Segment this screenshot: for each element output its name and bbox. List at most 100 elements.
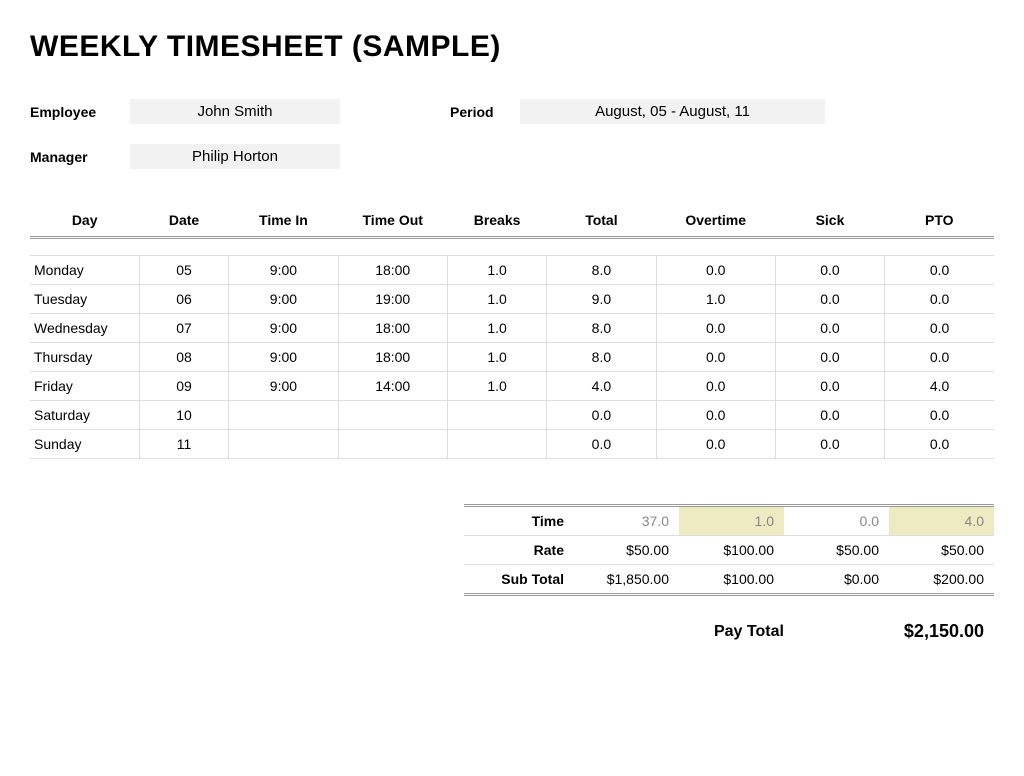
table-row: Tuesday069:0019:001.09.01.00.00.0 xyxy=(30,285,994,314)
summary-rate-label: Rate xyxy=(464,536,574,565)
table-cell: 0.0 xyxy=(885,285,994,314)
timesheet-table: Day Date Time In Time Out Breaks Total O… xyxy=(30,204,994,459)
summary-subtotal-pto: $200.00 xyxy=(889,565,994,595)
table-cell: 0.0 xyxy=(775,343,884,372)
table-cell: 0.0 xyxy=(885,343,994,372)
col-date: Date xyxy=(139,204,228,238)
summary-time-sick: 0.0 xyxy=(784,506,889,536)
table-cell: 08 xyxy=(139,343,228,372)
table-cell: 9:00 xyxy=(229,256,338,285)
table-cell: 4.0 xyxy=(547,372,656,401)
table-cell: 9:00 xyxy=(229,343,338,372)
summary-rate-sick: $50.00 xyxy=(784,536,889,565)
header-row: Day Date Time In Time Out Breaks Total O… xyxy=(30,204,994,238)
table-row: Sunday110.00.00.00.0 xyxy=(30,430,994,459)
table-cell: 18:00 xyxy=(338,343,447,372)
col-overtime: Overtime xyxy=(656,204,775,238)
table-cell: 1.0 xyxy=(447,314,546,343)
table-cell: 1.0 xyxy=(447,343,546,372)
table-cell xyxy=(447,401,546,430)
summary-rate-ot: $100.00 xyxy=(679,536,784,565)
table-cell: 1.0 xyxy=(656,285,775,314)
table-cell xyxy=(338,430,447,459)
table-row: Friday099:0014:001.04.00.00.04.0 xyxy=(30,372,994,401)
summary-time-row: Time 37.0 1.0 0.0 4.0 xyxy=(464,506,994,536)
pay-total-row: Pay Total $2,150.00 xyxy=(30,621,994,642)
table-cell: 0.0 xyxy=(656,372,775,401)
table-cell: 0.0 xyxy=(547,430,656,459)
table-row: Wednesday079:0018:001.08.00.00.00.0 xyxy=(30,314,994,343)
col-day: Day xyxy=(30,204,139,238)
table-row: Saturday100.00.00.00.0 xyxy=(30,401,994,430)
table-cell: 0.0 xyxy=(656,401,775,430)
table-cell: 18:00 xyxy=(338,314,447,343)
col-pto: PTO xyxy=(885,204,994,238)
manager-value: Philip Horton xyxy=(130,144,340,169)
table-cell: 0.0 xyxy=(775,401,884,430)
table-cell: 07 xyxy=(139,314,228,343)
summary-time-pto: 4.0 xyxy=(889,506,994,536)
table-cell: 0.0 xyxy=(656,314,775,343)
pay-total-value: $2,150.00 xyxy=(904,621,984,642)
table-cell: 11 xyxy=(139,430,228,459)
table-cell: 0.0 xyxy=(775,314,884,343)
summary-subtotal-label: Sub Total xyxy=(464,565,574,595)
table-cell: 0.0 xyxy=(775,285,884,314)
table-cell: 0.0 xyxy=(885,430,994,459)
col-sick: Sick xyxy=(775,204,884,238)
table-cell: 05 xyxy=(139,256,228,285)
page-title: WEEKLY TIMESHEET (SAMPLE) xyxy=(30,30,994,64)
table-cell: Tuesday xyxy=(30,285,139,314)
table-cell: 1.0 xyxy=(447,256,546,285)
table-cell: 0.0 xyxy=(775,430,884,459)
employee-label: Employee xyxy=(30,104,120,120)
table-cell: 19:00 xyxy=(338,285,447,314)
table-cell xyxy=(447,430,546,459)
summary-subtotal-ot: $100.00 xyxy=(679,565,784,595)
manager-label: Manager xyxy=(30,149,120,165)
table-cell: 0.0 xyxy=(656,430,775,459)
summary-time-label: Time xyxy=(464,506,574,536)
table-cell: 8.0 xyxy=(547,314,656,343)
table-cell: Monday xyxy=(30,256,139,285)
table-cell: Thursday xyxy=(30,343,139,372)
table-cell: 0.0 xyxy=(775,372,884,401)
table-cell: 06 xyxy=(139,285,228,314)
summary-subtotal-sick: $0.00 xyxy=(784,565,889,595)
col-time-in: Time In xyxy=(229,204,338,238)
table-cell: Wednesday xyxy=(30,314,139,343)
summary-rate-row: Rate $50.00 $100.00 $50.00 $50.00 xyxy=(464,536,994,565)
col-total: Total xyxy=(547,204,656,238)
period-label: Period xyxy=(450,104,510,120)
table-cell xyxy=(229,401,338,430)
table-cell: 18:00 xyxy=(338,256,447,285)
table-cell: 0.0 xyxy=(885,401,994,430)
table-cell: 0.0 xyxy=(775,256,884,285)
table-cell: 4.0 xyxy=(885,372,994,401)
table-cell: 0.0 xyxy=(656,343,775,372)
table-cell: 9:00 xyxy=(229,314,338,343)
table-cell: 0.0 xyxy=(547,401,656,430)
table-row: Thursday089:0018:001.08.00.00.00.0 xyxy=(30,343,994,372)
table-row: Monday059:0018:001.08.00.00.00.0 xyxy=(30,256,994,285)
pay-total-label: Pay Total xyxy=(714,623,784,641)
table-cell xyxy=(338,401,447,430)
table-cell: 9.0 xyxy=(547,285,656,314)
period-value: August, 05 - August, 11 xyxy=(520,99,825,124)
meta-row-1: Employee John Smith Period August, 05 - … xyxy=(30,99,994,124)
employee-value: John Smith xyxy=(130,99,340,124)
table-cell: 0.0 xyxy=(885,314,994,343)
table-cell xyxy=(229,430,338,459)
summary-section: Time 37.0 1.0 0.0 4.0 Rate $50.00 $100.0… xyxy=(30,504,994,596)
table-cell: 1.0 xyxy=(447,285,546,314)
table-cell: 9:00 xyxy=(229,372,338,401)
summary-rate-total: $50.00 xyxy=(574,536,679,565)
summary-subtotal-row: Sub Total $1,850.00 $100.00 $0.00 $200.0… xyxy=(464,565,994,595)
table-cell: 1.0 xyxy=(447,372,546,401)
table-cell: 0.0 xyxy=(656,256,775,285)
summary-subtotal-total: $1,850.00 xyxy=(574,565,679,595)
summary-rate-pto: $50.00 xyxy=(889,536,994,565)
col-breaks: Breaks xyxy=(447,204,546,238)
summary-table: Time 37.0 1.0 0.0 4.0 Rate $50.00 $100.0… xyxy=(464,504,994,596)
summary-time-ot: 1.0 xyxy=(679,506,784,536)
